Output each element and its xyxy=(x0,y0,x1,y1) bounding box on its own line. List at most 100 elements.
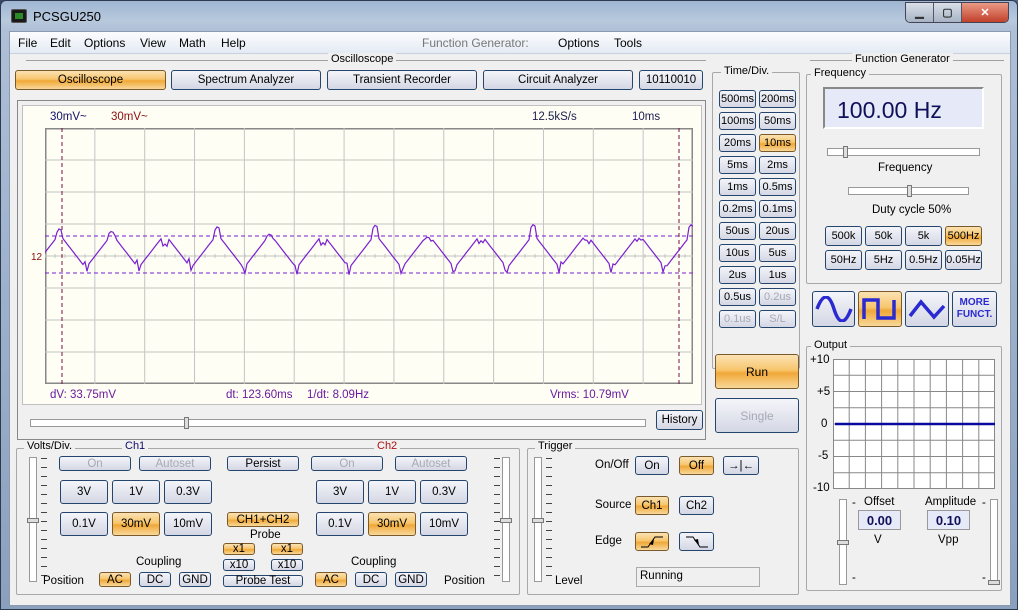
scope-display[interactable]: 30mV~ 30mV~ 12.5kS/s 10ms 12 dV: 33.75mV… xyxy=(22,105,702,405)
timediv-button[interactable]: 0.5us xyxy=(719,288,756,306)
ch1-probe-x10[interactable]: x10 xyxy=(223,559,255,571)
ch1-coupling-ac[interactable]: AC xyxy=(99,572,131,587)
menu-math[interactable]: Math xyxy=(179,36,206,50)
rising-edge-button[interactable] xyxy=(635,532,669,551)
ch2-position-slider[interactable] xyxy=(500,457,512,582)
minimize-button[interactable]: ▁ xyxy=(906,3,934,22)
offset-slider[interactable] xyxy=(837,499,849,585)
ch1-plus-ch2-button[interactable]: CH1+CH2 xyxy=(227,512,299,527)
trigger-source-ch1[interactable]: Ch1 xyxy=(635,496,669,515)
close-button[interactable]: ✕ xyxy=(962,3,1008,22)
single-button[interactable]: Single xyxy=(715,398,799,433)
timediv-button[interactable]: 20ms xyxy=(719,134,756,152)
amplitude-slider-thumb[interactable] xyxy=(988,580,1000,585)
ch1-on-button[interactable]: On xyxy=(59,456,131,471)
trigger-on-button[interactable]: On xyxy=(635,456,669,475)
tab-circuit-analyzer[interactable]: Circuit Analyzer xyxy=(483,70,633,90)
history-slider-thumb[interactable] xyxy=(183,417,189,429)
timediv-button[interactable]: 0.5ms xyxy=(759,178,796,196)
trigger-level-slider[interactable] xyxy=(532,457,544,582)
timediv-button[interactable]: 50us xyxy=(719,222,756,240)
ch2-volts-button[interactable]: 30mV xyxy=(368,512,416,536)
run-button[interactable]: Run xyxy=(715,354,799,389)
offset-value[interactable]: 0.00 xyxy=(858,510,901,530)
amplitude-slider[interactable] xyxy=(988,499,1000,585)
menu-options[interactable]: Options xyxy=(84,36,125,50)
square-wave-button[interactable] xyxy=(858,291,902,327)
tab-spectrum-analyzer[interactable]: Spectrum Analyzer xyxy=(171,70,321,90)
sine-wave-button[interactable] xyxy=(812,291,855,327)
persist-button[interactable]: Persist xyxy=(227,456,299,471)
menu-view[interactable]: View xyxy=(140,36,166,50)
offset-slider-thumb[interactable] xyxy=(837,540,849,545)
trigger-off-button[interactable]: Off xyxy=(679,456,714,475)
ch1-volts-button[interactable]: 30mV xyxy=(112,512,160,536)
ch1-volts-button[interactable]: 0.1V xyxy=(60,512,108,536)
frequency-range-button[interactable]: 0.5Hz xyxy=(905,250,942,270)
frequency-range-button[interactable]: 0.05Hz xyxy=(945,250,982,270)
timediv-button[interactable]: 20us xyxy=(759,222,796,240)
frequency-slider-thumb[interactable] xyxy=(843,146,848,158)
tab-oscilloscope[interactable]: Oscilloscope xyxy=(15,70,166,90)
timediv-button[interactable]: 0.1ms xyxy=(759,200,796,218)
menu-file[interactable]: File xyxy=(18,36,37,50)
timediv-button[interactable]: 0.2us xyxy=(759,288,796,306)
ch2-coupling-ac[interactable]: AC xyxy=(315,572,347,587)
ch1-volts-button[interactable]: 1V xyxy=(112,480,160,504)
frequency-range-button[interactable]: 500Hz xyxy=(945,226,982,246)
ch2-volts-button[interactable]: 1V xyxy=(368,480,416,504)
ch1-volts-button[interactable]: 10mV xyxy=(164,512,212,536)
timediv-button[interactable]: 0.1us xyxy=(719,310,756,328)
menu-fg-options[interactable]: Options xyxy=(558,36,599,50)
timediv-button[interactable]: 50ms xyxy=(759,112,796,130)
ch1-volts-button[interactable]: 3V xyxy=(60,480,108,504)
ch2-position-thumb[interactable] xyxy=(500,518,512,523)
menu-fg-tools[interactable]: Tools xyxy=(614,36,642,50)
amplitude-value[interactable]: 0.10 xyxy=(927,510,970,530)
triangle-wave-button[interactable] xyxy=(905,291,949,327)
ch1-coupling-gnd[interactable]: GND xyxy=(179,572,211,587)
frequency-range-button[interactable]: 500k xyxy=(825,226,862,246)
ch1-position-slider[interactable] xyxy=(27,457,39,582)
timediv-button[interactable]: 1us xyxy=(759,266,796,284)
timediv-button[interactable]: 10ms xyxy=(759,134,796,152)
frequency-range-button[interactable]: 5Hz xyxy=(865,250,902,270)
tab-transient-recorder[interactable]: Transient Recorder xyxy=(327,70,477,90)
frequency-range-button[interactable]: 5k xyxy=(905,226,942,246)
history-button[interactable]: History xyxy=(656,410,703,430)
frequency-range-button[interactable]: 50Hz xyxy=(825,250,862,270)
trigger-source-ch2[interactable]: Ch2 xyxy=(679,496,714,515)
ch1-coupling-dc[interactable]: DC xyxy=(139,572,171,587)
timediv-button[interactable]: 100ms xyxy=(719,112,756,130)
timediv-button[interactable]: 200ms xyxy=(759,90,796,108)
ch2-autoset-button[interactable]: Autoset xyxy=(395,456,467,471)
timediv-button[interactable]: S/L xyxy=(759,310,796,328)
trigger-center-button[interactable]: →|← xyxy=(723,456,759,475)
tab-logic[interactable]: 10110010 xyxy=(639,70,703,90)
timediv-button[interactable]: 5ms xyxy=(719,156,756,174)
timediv-button[interactable]: 0.2ms xyxy=(719,200,756,218)
ch2-probe-x10[interactable]: x10 xyxy=(271,559,303,571)
ch1-position-thumb[interactable] xyxy=(27,518,39,523)
ch2-coupling-gnd[interactable]: GND xyxy=(395,572,427,587)
ch2-volts-button[interactable]: 10mV xyxy=(420,512,468,536)
ch2-volts-button[interactable]: 3V xyxy=(316,480,364,504)
ch2-volts-button[interactable]: 0.3V xyxy=(420,480,468,504)
ch1-autoset-button[interactable]: Autoset xyxy=(139,456,211,471)
trigger-level-thumb[interactable] xyxy=(532,518,544,523)
ch2-probe-x1[interactable]: x1 xyxy=(271,543,303,555)
ch2-volts-button[interactable]: 0.1V xyxy=(316,512,364,536)
duty-slider-thumb[interactable] xyxy=(906,185,912,197)
ch1-probe-x1[interactable]: x1 xyxy=(223,543,255,555)
ch2-coupling-dc[interactable]: DC xyxy=(355,572,387,587)
history-slider[interactable] xyxy=(30,417,646,429)
frequency-range-button[interactable]: 50k xyxy=(865,226,902,246)
probe-test-button[interactable]: Probe Test xyxy=(223,575,303,587)
timediv-button[interactable]: 2us xyxy=(719,266,756,284)
timediv-button[interactable]: 5us xyxy=(759,244,796,262)
timediv-button[interactable]: 500ms xyxy=(719,90,756,108)
ch2-on-button[interactable]: On xyxy=(311,456,383,471)
falling-edge-button[interactable] xyxy=(679,532,714,551)
timediv-button[interactable]: 1ms xyxy=(719,178,756,196)
timediv-button[interactable]: 10us xyxy=(719,244,756,262)
